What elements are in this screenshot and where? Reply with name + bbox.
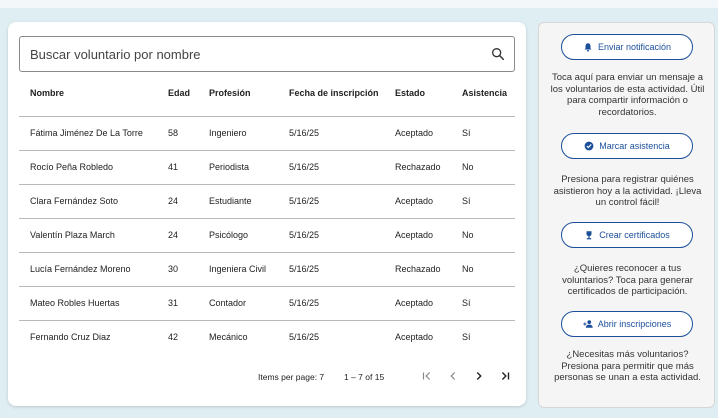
create-certificates-button[interactable]: Crear certificados: [561, 222, 693, 248]
cell-attendance: No: [451, 251, 515, 286]
bell-icon: [584, 43, 592, 52]
top-strip: [0, 0, 718, 8]
cell-attendance: No: [451, 149, 515, 184]
cell-status: Aceptado: [384, 217, 451, 252]
check-circle-icon: [584, 141, 594, 151]
cell-date: 5/16/25: [278, 149, 384, 184]
cell-status: Aceptado: [384, 183, 451, 218]
mark-attendance-label: Marcar asistencia: [599, 141, 670, 151]
table-row[interactable]: Rocío Peña Robledo 41 Periodista 5/16/25…: [19, 149, 515, 184]
cell-status: Rechazado: [384, 251, 451, 286]
actions-panel: Enviar notificación Toca aquí para envia…: [538, 22, 715, 408]
cell-attendance: Sí: [451, 285, 515, 320]
cell-profession: Ingeniera Civil: [198, 251, 278, 286]
header-spacer: [19, 106, 515, 116]
table-row[interactable]: Valentín Plaza March 24 Psicólogo 5/16/2…: [19, 217, 515, 252]
cell-attendance: Sí: [451, 183, 515, 218]
items-per-page-label[interactable]: Items per page: 7: [258, 372, 324, 382]
cell-name: Lucía Fernández Moreno: [19, 251, 157, 286]
search-box[interactable]: [19, 36, 515, 72]
trophy-icon: [586, 231, 592, 240]
volunteers-table: Nombre Edad Profesión Fecha de inscripci…: [19, 80, 515, 354]
cell-attendance: Sí: [451, 115, 515, 150]
table-row[interactable]: Mateo Robles Huertas 31 Contador 5/16/25…: [19, 285, 515, 320]
column-header-profession[interactable]: Profesión: [198, 80, 278, 106]
create-certificates-label: Crear certificados: [599, 230, 670, 240]
cell-name: Valentín Plaza March: [19, 217, 157, 252]
volunteers-panel: Nombre Edad Profesión Fecha de inscripci…: [8, 22, 526, 406]
cell-name: Fátima Jiménez De La Torre: [19, 115, 157, 150]
table-row[interactable]: Fernando Cruz Diaz 42 Mecánico 5/16/25 A…: [19, 319, 515, 354]
person-add-icon: [583, 320, 593, 328]
cell-date: 5/16/25: [278, 115, 384, 150]
column-header-date[interactable]: Fecha de inscripción: [278, 80, 384, 106]
cell-name: Rocío Peña Robledo: [19, 149, 157, 184]
table-row[interactable]: Clara Fernández Soto 24 Estudiante 5/16/…: [19, 183, 515, 218]
page-range-label: 1 – 7 of 15: [344, 372, 385, 382]
mark-attendance-description: Presiona para registrar quiénes asistier…: [553, 174, 702, 209]
cell-date: 5/16/25: [278, 285, 384, 320]
column-header-attendance[interactable]: Asistencia: [451, 80, 515, 106]
cell-date: 5/16/25: [278, 183, 384, 218]
search-icon[interactable]: [490, 46, 506, 62]
cell-profession: Ingeniero: [198, 115, 278, 150]
send-notification-description: Toca aquí para enviar un mensaje a los v…: [550, 72, 705, 118]
search-input[interactable]: [30, 37, 480, 71]
table-row[interactable]: Fátima Jiménez De La Torre 58 Ingeniero …: [19, 115, 515, 150]
cell-name: Fernando Cruz Diaz: [19, 319, 157, 354]
cell-profession: Contador: [198, 285, 278, 320]
cell-age: 24: [157, 183, 198, 218]
column-header-age[interactable]: Edad: [157, 80, 198, 106]
send-notification-label: Enviar notificación: [597, 42, 672, 52]
cell-date: 5/16/25: [278, 217, 384, 252]
cell-profession: Psicólogo: [198, 217, 278, 252]
cell-profession: Periodista: [198, 149, 278, 184]
cell-date: 5/16/25: [278, 319, 384, 354]
previous-page-icon[interactable]: [446, 369, 460, 383]
column-header-name[interactable]: Nombre: [19, 80, 157, 106]
cell-name: Mateo Robles Huertas: [19, 285, 157, 320]
cell-age: 24: [157, 217, 198, 252]
cell-age: 42: [157, 319, 198, 354]
cell-status: Aceptado: [384, 319, 451, 354]
next-page-icon[interactable]: [472, 369, 486, 383]
open-registrations-label: Abrir inscripciones: [597, 319, 672, 329]
cell-age: 58: [157, 115, 198, 150]
create-certificates-description: ¿Quieres reconocer a tus voluntarios? To…: [562, 263, 693, 298]
open-registrations-description: ¿Necesitas más voluntarios? Presiona par…: [554, 349, 701, 384]
cell-date: 5/16/25: [278, 251, 384, 286]
table-header-row: Nombre Edad Profesión Fecha de inscripci…: [19, 80, 515, 106]
cell-age: 31: [157, 285, 198, 320]
cell-status: Aceptado: [384, 285, 451, 320]
mark-attendance-button[interactable]: Marcar asistencia: [561, 133, 693, 159]
cell-name: Clara Fernández Soto: [19, 183, 157, 218]
send-notification-button[interactable]: Enviar notificación: [561, 34, 693, 60]
cell-profession: Mecánico: [198, 319, 278, 354]
open-registrations-button[interactable]: Abrir inscripciones: [561, 311, 693, 337]
cell-status: Rechazado: [384, 149, 451, 184]
column-header-status[interactable]: Estado: [384, 80, 451, 106]
last-page-icon[interactable]: [498, 369, 512, 383]
paginator: Items per page: 7 1 – 7 of 15: [248, 367, 518, 387]
cell-age: 41: [157, 149, 198, 184]
cell-status: Aceptado: [384, 115, 451, 150]
table-row[interactable]: Lucía Fernández Moreno 30 Ingeniera Civi…: [19, 251, 515, 286]
cell-age: 30: [157, 251, 198, 286]
cell-attendance: Sí: [451, 319, 515, 354]
first-page-icon[interactable]: [420, 369, 434, 383]
cell-profession: Estudiante: [198, 183, 278, 218]
cell-attendance: No: [451, 217, 515, 252]
